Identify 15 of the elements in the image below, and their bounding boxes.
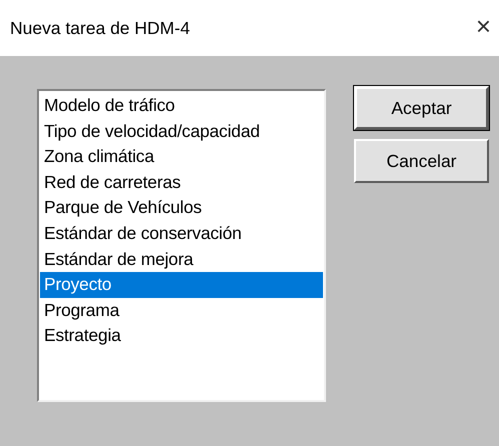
window-title: Nueva tarea de HDM-4 xyxy=(10,18,190,38)
accept-button[interactable]: Aceptar xyxy=(354,86,489,130)
close-button[interactable]: × xyxy=(476,13,491,43)
list-item[interactable]: Tipo de velocidad/capacidad xyxy=(40,118,323,144)
list-item[interactable]: Modelo de tráfico xyxy=(40,93,323,119)
list-box[interactable]: Modelo de tráfico Tipo de velocidad/capacidad Zona climática Red de carreteras Parque de Vehículos Estándar de conservación Estándar de mejora Proyecto Programa Estrategia xyxy=(37,89,326,402)
list-item[interactable]: Zona climática xyxy=(40,144,323,170)
list-item[interactable]: Estándar de conservación xyxy=(40,220,323,247)
list-item[interactable]: Programa xyxy=(40,298,323,324)
list-item[interactable]: Parque de Vehículos xyxy=(40,195,323,221)
list-item[interactable]: Proyecto xyxy=(40,272,323,298)
list-item[interactable]: Estándar de mejora xyxy=(40,246,323,272)
list-item[interactable]: Estrategia xyxy=(40,323,323,349)
list-item[interactable]: Red de carreteras xyxy=(40,170,323,196)
cancel-button[interactable]: Cancelar xyxy=(354,139,489,183)
